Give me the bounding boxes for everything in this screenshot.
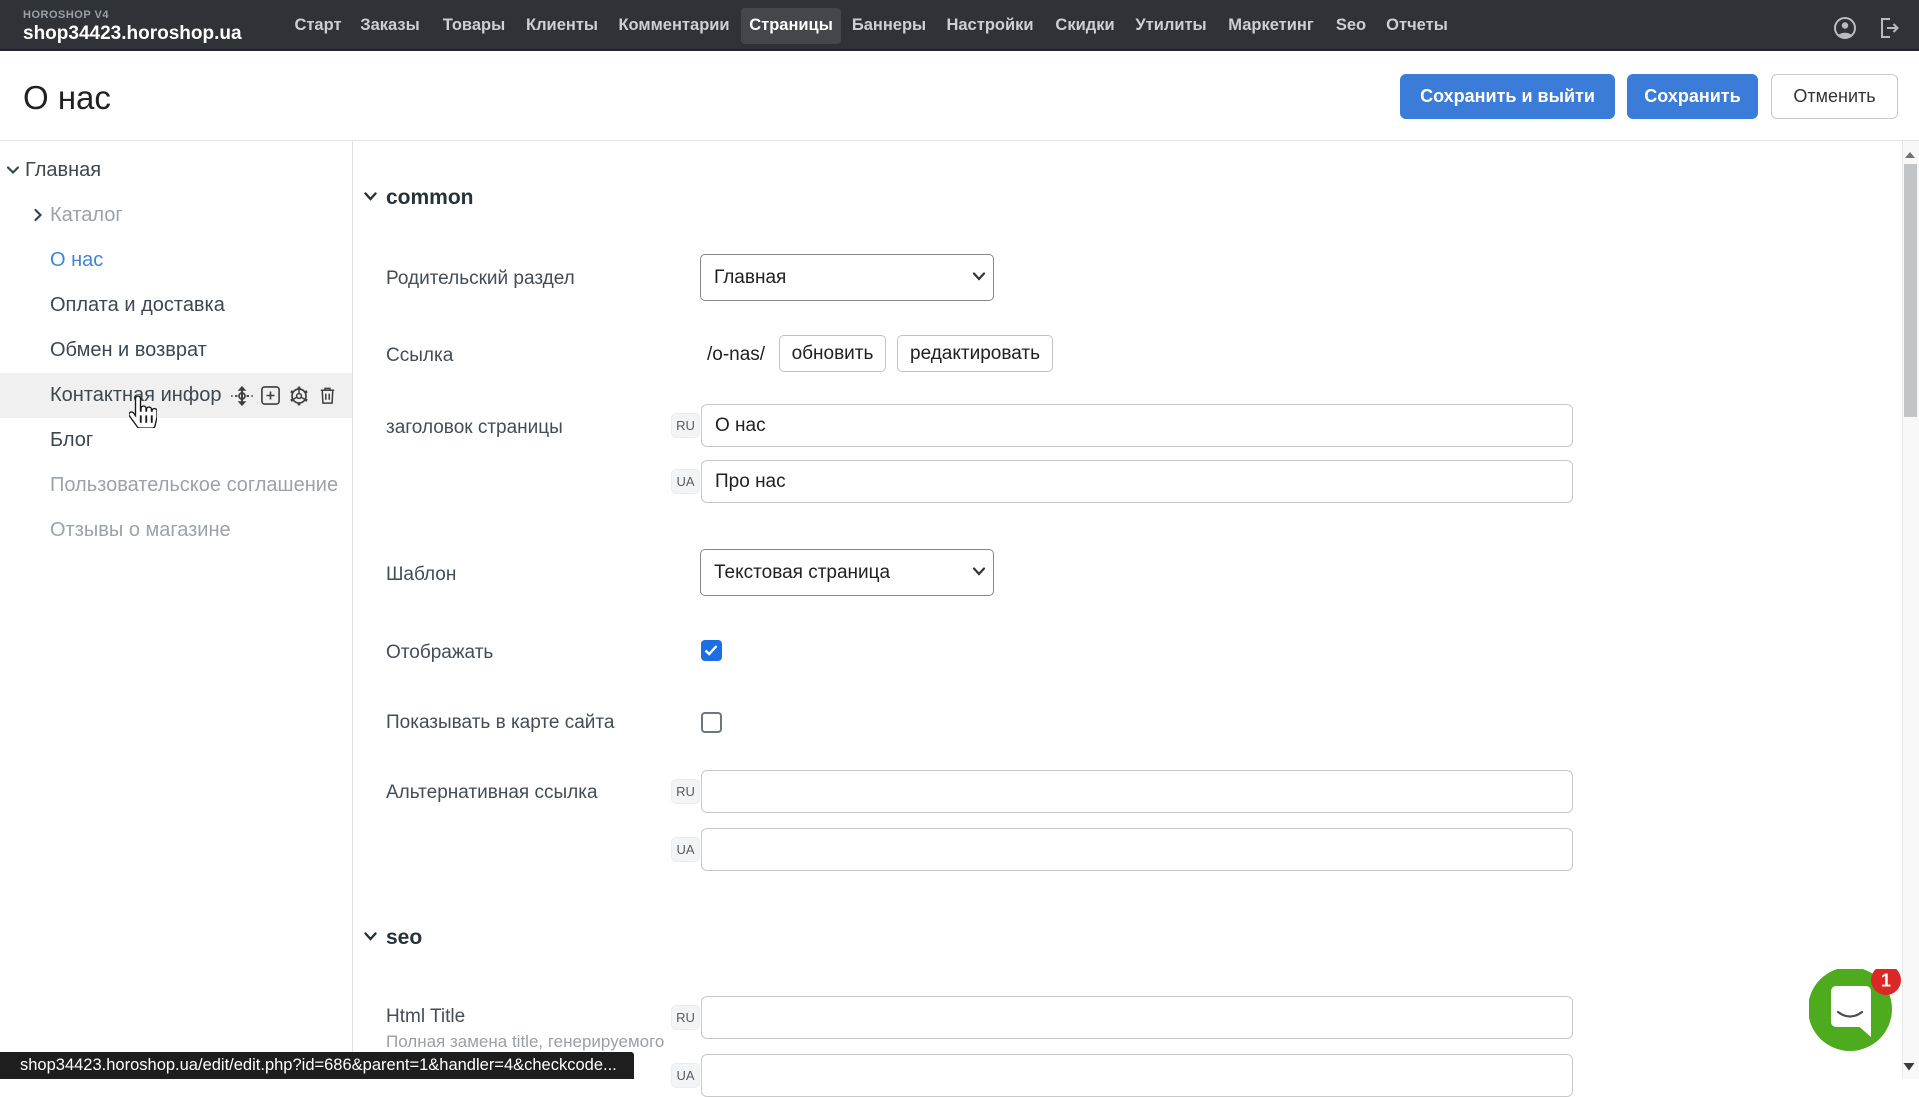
svg-text:1: 1 [1881, 971, 1891, 991]
